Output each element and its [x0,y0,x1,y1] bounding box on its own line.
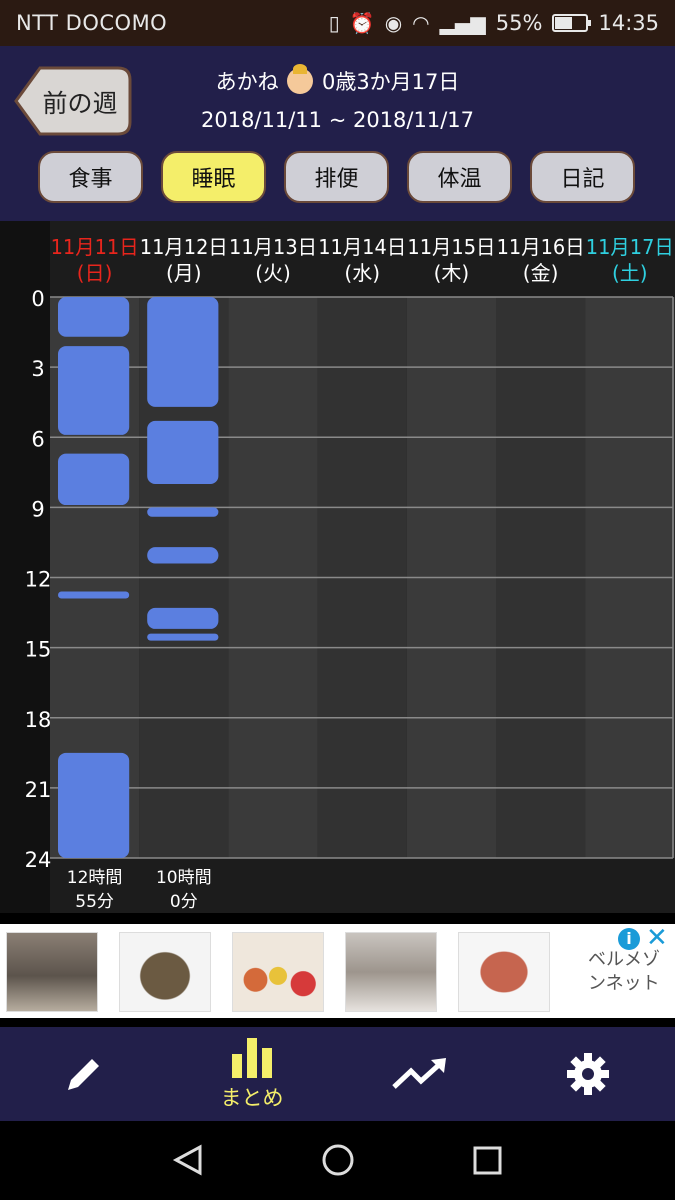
sleep-chart-svg: 0 3 6 9 12 15 18 21 24 11月11日(日) 12時間 55分 11月12日(月) 1… [0,221,675,913]
tab-sleep[interactable]: 睡眠 [161,151,266,203]
day-header-date: 11月16日 [497,235,585,259]
day-header-weekday: (金) [523,261,559,285]
category-tabs: 食事 睡眠 排便 体温 日記 [38,151,635,203]
ad-text[interactable]: ベルメゾンネット [588,948,672,996]
day-total-sleep: 12時間 [67,868,123,888]
day-header-weekday: (土) [612,261,648,285]
sleep-block[interactable] [147,607,219,629]
home-icon[interactable] [322,1144,354,1176]
ad-image-character-hats[interactable] [232,932,324,1012]
day-total-sleep: 0分 [170,892,198,912]
carrier-name: NTT DOCOMO [16,11,168,35]
ad-image-kids-room[interactable] [345,932,437,1012]
sleep-block[interactable] [147,633,219,641]
y-tick-label: 12 [25,568,52,592]
ad-banner[interactable]: i ✕ ベルメゾンネット [0,924,675,1018]
child-name: あかね [215,70,279,94]
nav-trend[interactable] [336,1027,504,1121]
y-tick-label: 3 [31,357,44,381]
battery-icon [552,14,592,32]
eye-icon: ◉ [384,11,403,35]
y-tick-label: 0 [31,287,44,311]
alarm-icon: ⏰ [349,11,375,35]
day-header-date: 11月14日 [318,235,406,259]
system-nav-icons [172,1144,502,1176]
nav-edit[interactable] [0,1027,168,1121]
y-tick-label: 21 [25,778,52,802]
info-icon[interactable]: i [618,928,640,950]
day-header-weekday: (日) [77,261,113,285]
y-tick-label: 6 [31,427,44,451]
day-header-weekday: (水) [344,261,380,285]
day-header-weekday: (木) [434,261,470,285]
day-total-sleep: 55分 [75,892,114,912]
day-header-weekday: (火) [255,261,291,285]
gear-icon [567,1053,609,1095]
sleep-block[interactable] [58,346,130,435]
sleep-block[interactable] [147,547,219,564]
tab-diary[interactable]: 日記 [530,151,635,203]
sleep-block[interactable] [58,297,130,337]
y-tick-label: 9 [31,497,44,521]
trend-icon [392,1058,446,1089]
day-header-date: 11月17日 [586,235,674,259]
nav-summary[interactable]: まとめ [168,1027,336,1121]
tab-temperature[interactable]: 体温 [407,151,512,203]
y-tick-label: 24 [25,848,52,872]
recents-icon[interactable] [473,1146,502,1175]
sleep-block[interactable] [147,297,219,407]
sleep-chart: 0 3 6 9 12 15 18 21 24 11月11日 (日) 12時間 55分 11月12日 (月) 1… [0,221,675,913]
bar-chart-icon [232,1038,272,1078]
sleep-block[interactable] [58,591,130,599]
tab-meal[interactable]: 食事 [38,151,143,203]
wifi-icon: ◠ [412,11,430,35]
sleep-block[interactable] [147,420,219,484]
day-header-date: 11月12日 [140,235,228,259]
y-tick-label: 15 [25,638,52,662]
tab-bowel[interactable]: 排便 [284,151,389,203]
day-total-sleep: 10時間 [156,868,212,888]
day-header-date: 11月15日 [407,235,495,259]
baby-icon [287,64,314,94]
status-bar: NTT DOCOMO ▯ ⏰ ◉ ◠ ▂▄▆ 55% 14:35 [0,0,675,46]
date-range: 2018/11/11 ~ 2018/11/17 [200,108,475,132]
day-header-date: 11月11日 [51,235,139,259]
bottom-navigation: まとめ [0,1027,675,1121]
battery-percent: 55% [495,11,543,35]
vibrate-icon: ▯ [328,11,340,35]
back-icon[interactable] [172,1144,202,1176]
child-age: 0歳3か月17日 [321,70,460,94]
sleep-block[interactable] [147,507,219,517]
nav-summary-label: まとめ [220,1086,284,1110]
ad-image-living-room[interactable] [6,932,98,1012]
clock: 14:35 [598,11,659,35]
day-header-weekday: (月) [166,261,202,285]
system-navigation [0,1121,675,1200]
pencil-icon [68,1059,99,1090]
day-header-date: 11月13日 [229,235,317,259]
ad-image-coat[interactable] [119,932,211,1012]
child-info: あかね 0歳3か月17日 [0,64,675,96]
ad-image-underwear[interactable] [458,932,550,1012]
sleep-block[interactable] [58,752,130,858]
nav-settings[interactable] [504,1027,672,1121]
sleep-block[interactable] [58,453,130,506]
y-tick-label: 18 [25,708,52,732]
signal-icon: ▂▄▆ [439,11,486,35]
app-header: 前の週 あかね 0歳3か月17日 2018/11/11 ~ 2018/11/17… [0,46,675,221]
